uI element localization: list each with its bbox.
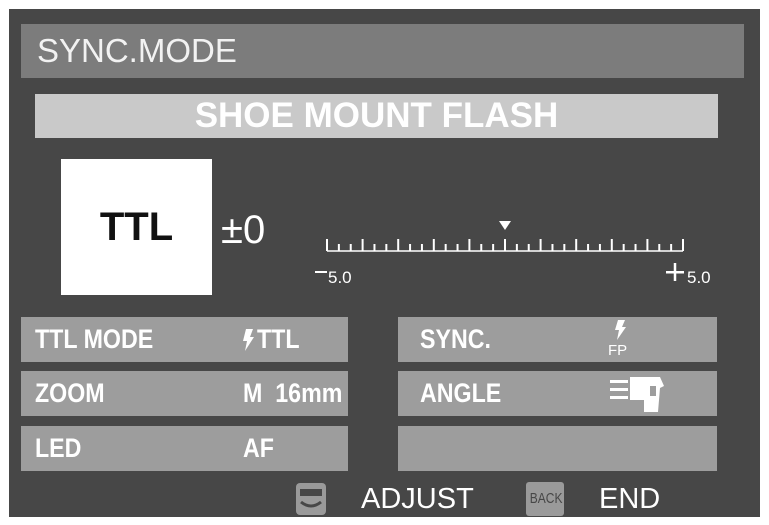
flash-mode-value: TTL [99, 204, 174, 249]
ttl-mode-label: TTL MODE [35, 324, 154, 354]
sync-label: SYNC. [420, 324, 491, 354]
camera-menu-screen: SYNC.MODE SHOE MOUNT FLASH TTL ±0 5.0 5.… [9, 9, 760, 517]
flash-bolt-icon [243, 329, 254, 351]
flash-angle-icon [610, 377, 664, 412]
led-value: AF [243, 433, 274, 463]
flash-type-banner: SHOE MOUNT FLASH [35, 94, 718, 138]
zoom-label: ZOOM [35, 378, 105, 408]
flash-fp-icon [615, 320, 626, 340]
minus-sign [315, 271, 327, 273]
current-value-marker [499, 221, 511, 230]
angle-label: ANGLE [420, 378, 502, 408]
row-empty [398, 426, 717, 471]
compensation-value: ±0 [221, 208, 266, 252]
row-angle[interactable]: ANGLE [398, 371, 717, 416]
flash-mode-display[interactable]: TTL [61, 159, 212, 295]
back-button-label: BACK [529, 490, 563, 507]
scale-ticks [326, 239, 684, 251]
row-ttl-mode[interactable]: TTL MODE TTL [21, 317, 348, 362]
plus-sign-v [673, 263, 677, 281]
row-led[interactable]: LED AF [21, 426, 348, 471]
scale-max-label: 5.0 [687, 268, 711, 287]
row-sync[interactable]: SYNC. FP [398, 317, 717, 362]
row-zoom[interactable]: ZOOM M 16mm [21, 371, 348, 416]
compensation-scale[interactable]: 5.0 5.0 [309, 199, 729, 289]
ttl-mode-value: TTL [257, 324, 300, 354]
end-hint: END [599, 483, 661, 515]
scale-min-label: 5.0 [328, 268, 352, 287]
adjust-hint: ADJUST [361, 483, 474, 515]
back-button[interactable]: BACK [526, 482, 564, 516]
zoom-value: M 16mm [243, 378, 343, 408]
rear-dial-icon [296, 483, 326, 515]
led-label: LED [35, 433, 82, 463]
page-title: SYNC.MODE [21, 24, 744, 78]
sync-value: FP [608, 342, 628, 359]
